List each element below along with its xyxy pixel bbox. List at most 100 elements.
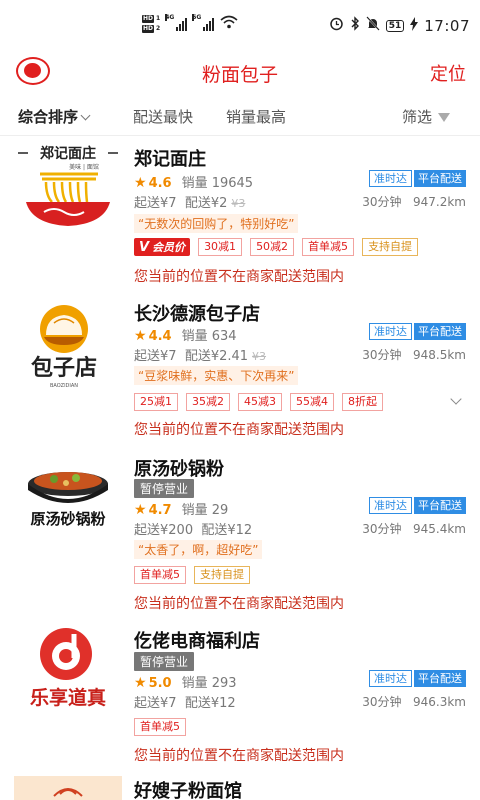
star-icon: ★ [134, 328, 147, 344]
filter-label: 筛选 [402, 108, 433, 126]
hd2-label: HD [142, 24, 155, 33]
funnel-icon [438, 113, 451, 122]
out-of-range-notice: 您当前的位置不在商家配送范围内 [134, 748, 344, 764]
wifi-icon [220, 14, 238, 33]
vip-price-badge: V 会员价 [134, 238, 191, 256]
battery-icon: 51 [385, 19, 405, 32]
signal-1-icon: 4G [165, 13, 188, 31]
min-order: 起送¥200 [134, 523, 194, 538]
promo-tag: 45减3 [238, 393, 282, 411]
app-header: 粉面包子 定位 [0, 48, 480, 96]
min-order: 起送¥7 [134, 349, 177, 364]
promo-tag: 首单减5 [302, 238, 355, 256]
alarm-icon [329, 16, 344, 35]
on-time-badge: 准时达 [369, 497, 412, 514]
expand-promos-chevron-icon[interactable] [450, 393, 462, 405]
tab-fastest-delivery[interactable]: 配送最快 [133, 106, 193, 127]
delivery-tags: 准时达 平台配送 [369, 497, 466, 514]
promo-list: 首单减5 [134, 718, 186, 736]
store-logo: 包子店 BAOZIDIAN [14, 301, 122, 401]
clock-time: 17:07 [424, 16, 470, 35]
delivery-tags: 准时达 平台配送 [369, 323, 466, 340]
delivery-info: 起送¥200 配送¥12 [134, 519, 252, 538]
logo-subtext: 美味 | 面馆 [69, 163, 99, 171]
vip-label: 会员价 [152, 241, 186, 254]
vip-v-icon: V [139, 239, 150, 255]
min-order: 起送¥7 [134, 696, 177, 711]
store-name: 原汤砂锅粉 [134, 459, 224, 480]
star-icon: ★ [134, 175, 147, 191]
platform-delivery-badge: 平台配送 [414, 497, 466, 514]
promo-tag: 支持自提 [194, 566, 250, 584]
sales-count: 销量 293 [181, 676, 237, 691]
promo-tag: 50减2 [250, 238, 295, 256]
promo-list: 25减1 35减2 45减3 55减4 8折起 [134, 393, 383, 411]
delivery-tags: 准时达 平台配送 [369, 670, 466, 687]
review-snippet: “太香了，啊，超好吃” [134, 540, 263, 559]
sales-count: 销量 634 [181, 329, 237, 344]
rating-row: ★ 4.6 销量 19645 [134, 172, 253, 191]
delivery-time: 30分钟 [362, 195, 402, 209]
promo-tag: 8折起 [342, 393, 383, 411]
promo-tag: 支持自提 [362, 238, 419, 256]
delivery-fee: 配送¥12 [201, 523, 253, 538]
promo-tag: 25减1 [134, 393, 178, 411]
store-logo: 郑记面庄 美味 | 面馆 [14, 142, 122, 242]
rating-row: ★ 4.7 销量 29 [134, 499, 228, 518]
promo-list: 首单减5 支持自提 [134, 566, 250, 584]
delivery-time: 30分钟 [362, 522, 402, 536]
promo-tag: 55减4 [290, 393, 334, 411]
delivery-fee: 配送¥2 [184, 196, 228, 211]
filter-bar: 综合排序 配送最快 销量最高 筛选 [0, 104, 480, 132]
status-left: HD 1 HD 2 4G 5G [142, 13, 238, 33]
delivery-info: 起送¥7 配送¥2.41 ¥3 [134, 345, 266, 364]
distance: 947.2km [413, 195, 466, 209]
rating-value: 4.4 [148, 329, 172, 344]
star-icon: ★ [134, 675, 147, 691]
closed-badge: 暂停营业 [134, 652, 195, 671]
on-time-badge: 准时达 [369, 323, 412, 340]
delivery-time: 30分钟 [362, 348, 402, 362]
sort-dropdown[interactable]: 综合排序 [18, 106, 91, 127]
out-of-range-notice: 您当前的位置不在商家配送范围内 [134, 269, 344, 285]
logo-text: 原汤砂锅粉 [30, 510, 105, 528]
original-fee: ¥3 [252, 350, 267, 363]
rating-row: ★ 5.0 销量 293 [134, 672, 237, 691]
locate-button[interactable]: 定位 [430, 60, 466, 86]
filter-button[interactable]: 筛选 [402, 106, 451, 127]
sales-count: 销量 29 [181, 503, 229, 518]
on-time-badge: 准时达 [369, 170, 412, 187]
tab-top-sales[interactable]: 销量最高 [226, 106, 286, 127]
distance: 945.4km [413, 522, 466, 536]
star-icon: ★ [134, 502, 147, 518]
time-distance: 30分钟 946.3km [362, 693, 466, 710]
distance: 948.5km [413, 348, 466, 362]
chevron-down-icon [80, 110, 91, 121]
delivery-time: 30分钟 [362, 695, 402, 709]
status-right: 51 17:07 [329, 16, 470, 35]
divider [0, 135, 480, 136]
logo-subtext: BAOZIDIAN [50, 383, 78, 389]
bluetooth-icon [350, 16, 360, 35]
delivery-info: 起送¥7 配送¥2 ¥3 [134, 192, 245, 211]
delivery-fee: 配送¥12 [184, 696, 236, 711]
sales-count: 销量 19645 [181, 176, 254, 191]
store-name: 长沙德源包子店 [134, 304, 260, 325]
hd-indicator: HD 1 HD 2 [142, 14, 161, 33]
store-logo: 原汤砂锅粉 [14, 454, 122, 554]
logo-text: 乐享道真 [30, 686, 106, 709]
platform-delivery-badge: 平台配送 [414, 670, 466, 687]
on-time-badge: 准时达 [369, 670, 412, 687]
review-snippet: “无数次的回购了，特别好吃” [134, 214, 299, 233]
platform-delivery-badge: 平台配送 [414, 170, 466, 187]
rating-value: 4.7 [148, 503, 172, 518]
charging-icon [410, 16, 419, 35]
hd1-num: 1 [156, 14, 161, 22]
hd1-label: HD [142, 14, 155, 23]
signal-2-label: 5G [192, 13, 202, 21]
time-distance: 30分钟 947.2km [362, 193, 466, 210]
hd2-num: 2 [156, 24, 161, 32]
logo-text: 包子店 [31, 355, 97, 381]
rating-value: 4.6 [148, 176, 172, 191]
page-title: 粉面包子 [201, 64, 278, 86]
